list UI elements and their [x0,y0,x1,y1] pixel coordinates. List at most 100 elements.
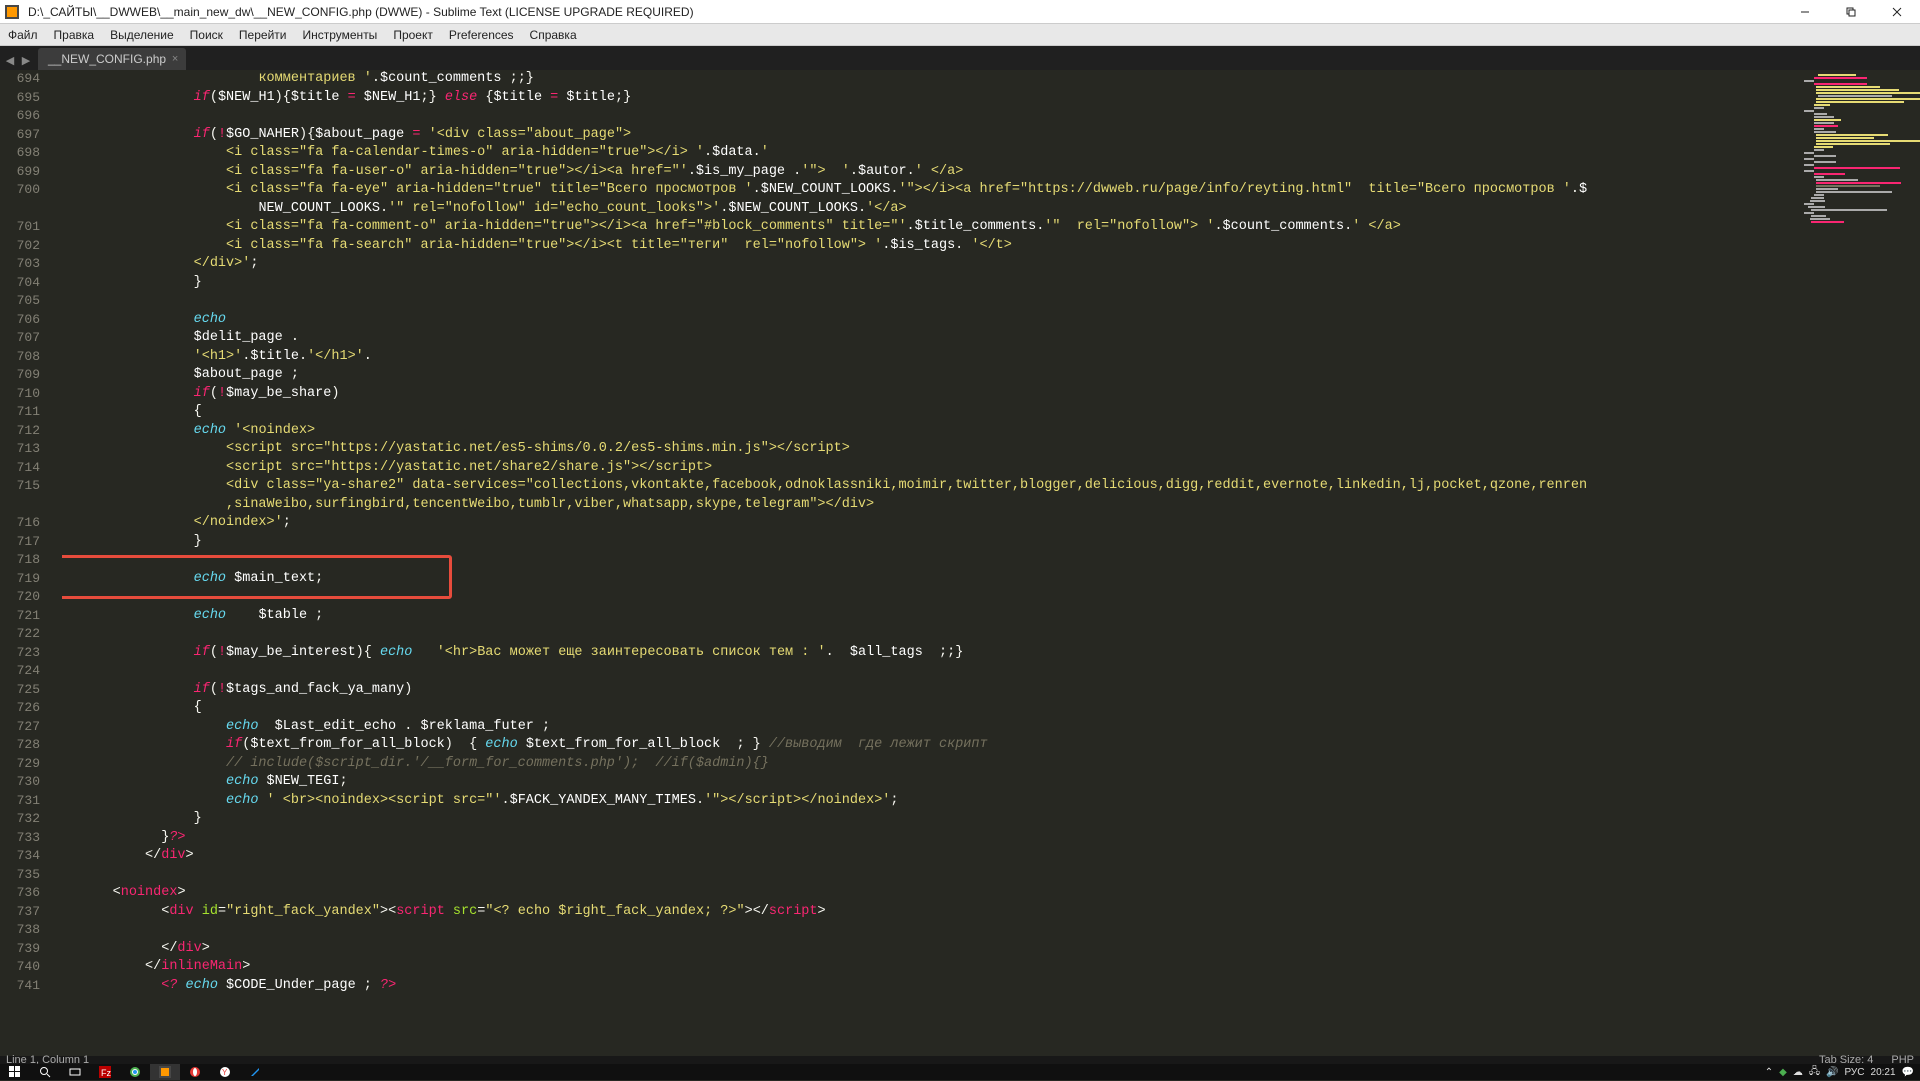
code-line: </div> [64,940,1800,959]
opera-icon[interactable] [180,1064,210,1080]
code-line: echo '<noindex> [64,422,1800,441]
code-line: <div class="ya-share2" data-services="co… [64,477,1800,496]
code-line: <div id="right_fack_yandex"><script src=… [64,903,1800,922]
tray-notifications-icon[interactable]: 💬 [1902,1067,1914,1078]
code-line: <i class="fa fa-calendar-times-o" aria-h… [64,144,1800,163]
window-title: D:\_САЙТЫ\__DWWEB\__main_new_dw\__NEW_CO… [24,5,1782,19]
code-line: <script src="https://yastatic.net/share2… [64,459,1800,478]
menu-project[interactable]: Проект [385,24,441,46]
code-line: </noindex>'; [64,514,1800,533]
code-line [64,551,1800,570]
code-line: комментариев '.$count_comments ;;} [64,70,1800,89]
code-line: if(!$may_be_share) [64,385,1800,404]
code-line: if(!$GO_NAHER){$about_page = '<div class… [64,126,1800,145]
code-line: echo $NEW_TEGI; [64,773,1800,792]
code-line: $delit_page . [64,329,1800,348]
taskbar: Fz Y ⌃ ◆ ☁ 🖧 🔊 РУС 20:21 💬 [0,1064,1920,1080]
menubar: Файл Правка Выделение Поиск Перейти Инст… [0,24,1920,46]
nav-back-button[interactable]: ◀ [2,50,18,70]
line-gutter: 6946956966976986997007017027037047057067… [0,70,48,1056]
svg-text:Fz: Fz [101,1068,111,1078]
code-line: </div> [64,847,1800,866]
code-line: NEW_COUNT_LOOKS.'" rel="nofollow" id="ec… [64,200,1800,219]
code-line: echo $main_text; [64,570,1800,589]
paint-icon[interactable] [240,1064,270,1080]
menu-tools[interactable]: Инструменты [294,24,385,46]
app-icon [4,4,20,20]
code-line: </div>'; [64,255,1800,274]
search-icon[interactable] [30,1064,60,1080]
tray-chevron-icon[interactable]: ⌃ [1765,1067,1773,1078]
code-line: <script src="https://yastatic.net/es5-sh… [64,440,1800,459]
maximize-button[interactable] [1828,0,1874,24]
code-line: <i class="fa fa-user-o" aria-hidden="tru… [64,163,1800,182]
tray-app-icon[interactable]: ◆ [1779,1067,1787,1078]
menu-goto[interactable]: Перейти [231,24,295,46]
code-line: if($text_from_for_all_block) { echo $tex… [64,736,1800,755]
menu-find[interactable]: Поиск [182,24,231,46]
filezilla-icon[interactable]: Fz [90,1064,120,1080]
code-line: $about_page ; [64,366,1800,385]
code-line [64,588,1800,607]
code-line [64,662,1800,681]
code-line: echo [64,311,1800,330]
chrome-icon[interactable] [120,1064,150,1080]
code-line: { [64,699,1800,718]
window-controls [1782,0,1920,24]
sublime-icon[interactable] [150,1064,180,1080]
menu-edit[interactable]: Правка [46,24,103,46]
code-line: ,sinaWeibo,surfingbird,tencentWeibo,tumb… [64,496,1800,515]
code-line: <? echo $CODE_Under_page ; ?> [64,977,1800,996]
menu-selection[interactable]: Выделение [102,24,182,46]
nav-forward-button[interactable]: ▶ [18,50,34,70]
tray-clock[interactable]: 20:21 [1871,1067,1896,1078]
minimize-button[interactable] [1782,0,1828,24]
code-line: { [64,403,1800,422]
menu-preferences[interactable]: Preferences [441,24,522,46]
yandex-icon[interactable]: Y [210,1064,240,1080]
code-line [64,292,1800,311]
code-area[interactable]: комментариев '.$count_comments ;;} if($N… [62,70,1800,1056]
code-line: }?> [64,829,1800,848]
code-line: } [64,810,1800,829]
tray-volume-icon[interactable]: 🔊 [1826,1067,1838,1078]
code-line: if(!$may_be_interest){ echo '<hr>Вас мож… [64,644,1800,663]
code-line: <i class="fa fa-search" aria-hidden="tru… [64,237,1800,256]
menu-file[interactable]: Файл [0,24,46,46]
code-line: <i class="fa fa-eye" aria-hidden="true" … [64,181,1800,200]
code-line: </inlineMain> [64,958,1800,977]
tray-network-icon[interactable]: 🖧 [1809,1064,1820,1081]
code-line: <noindex> [64,884,1800,903]
taskview-icon[interactable] [60,1064,90,1080]
tabbar: ◀ ▶ __NEW_CONFIG.php × [0,46,1920,70]
titlebar: D:\_САЙТЫ\__DWWEB\__main_new_dw\__NEW_CO… [0,0,1920,24]
tab-file[interactable]: __NEW_CONFIG.php × [38,48,186,70]
code-line: echo $Last_edit_echo . $reklama_futer ; [64,718,1800,737]
code-line: } [64,274,1800,293]
code-line: echo $table ; [64,607,1800,626]
menu-help[interactable]: Справка [522,24,585,46]
system-tray: ⌃ ◆ ☁ 🖧 🔊 РУС 20:21 💬 [1765,1064,1920,1081]
fold-gutter [48,70,62,1056]
statusbar: Line 1, Column 1 Tab Size: 4 PHP [0,1056,1920,1064]
tab-close-button[interactable]: × [168,52,182,66]
code-line: if(!$tags_and_fack_ya_many) [64,681,1800,700]
tab-label: __NEW_CONFIG.php [48,52,166,66]
code-line: } [64,533,1800,552]
code-line [64,866,1800,885]
code-line [64,921,1800,940]
svg-text:Y: Y [222,1068,228,1077]
code-line: '<h1>'.$title.'</h1>'. [64,348,1800,367]
code-line [64,107,1800,126]
editor: 6946956966976986997007017027037047057067… [0,70,1920,1056]
code-line: echo ' <br><noindex><script src="'.$FACK… [64,792,1800,811]
tray-cloud-icon[interactable]: ☁ [1793,1067,1803,1078]
tray-language[interactable]: РУС [1844,1067,1864,1078]
code-line: // include($script_dir.'/__form_for_comm… [64,755,1800,774]
minimap[interactable] [1800,70,1920,1056]
close-button[interactable] [1874,0,1920,24]
code-line: if($NEW_H1){$title = $NEW_H1;} else {$ti… [64,89,1800,108]
start-button[interactable] [0,1064,30,1080]
code-line [64,625,1800,644]
code-line: <i class="fa fa-comment-o" aria-hidden="… [64,218,1800,237]
